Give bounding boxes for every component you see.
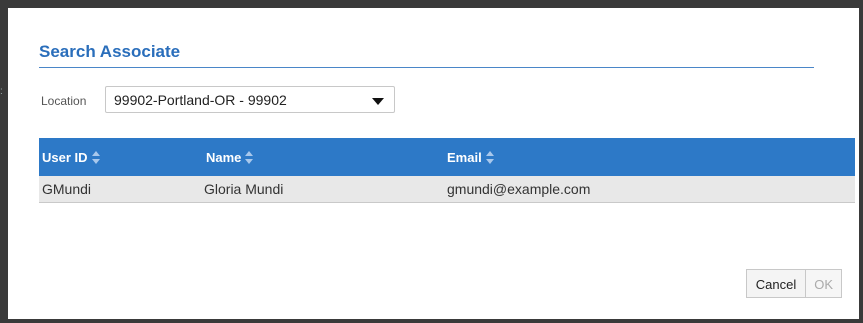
chevron-down-icon bbox=[372, 98, 384, 105]
dialog-title: Search Associate bbox=[39, 42, 181, 61]
sort-icon bbox=[91, 151, 100, 164]
cancel-button[interactable]: Cancel bbox=[745, 269, 807, 298]
location-selected-value: 99902-Portland-OR - 99902 bbox=[114, 92, 287, 108]
sort-icon bbox=[245, 151, 254, 164]
cell-email: gmundi@example.com bbox=[447, 181, 591, 197]
table-row[interactable]: GMundi Gloria Mundi gmundi@example.com bbox=[39, 176, 855, 203]
search-associate-dialog: Search Associate Location 99902-Portland… bbox=[8, 8, 859, 319]
column-header-name[interactable]: Name bbox=[206, 150, 254, 165]
cell-user-id: GMundi bbox=[42, 181, 92, 197]
column-header-email[interactable]: Email bbox=[447, 150, 494, 165]
grid-header: User ID Name Email bbox=[39, 138, 855, 176]
title-divider bbox=[39, 67, 814, 68]
ok-button[interactable]: OK bbox=[805, 269, 842, 298]
sort-icon bbox=[485, 151, 494, 164]
location-label: Location bbox=[41, 94, 87, 108]
location-select[interactable]: 99902-Portland-OR - 99902 bbox=[105, 86, 395, 113]
dialog-buttons: Cancel OK bbox=[745, 269, 842, 298]
column-header-user-id[interactable]: User ID bbox=[42, 150, 100, 165]
background-edge: : bbox=[0, 86, 3, 97]
associate-grid: User ID Name Email GMundi Gloria Mundi g… bbox=[39, 138, 855, 203]
cell-name: Gloria Mundi bbox=[204, 181, 284, 197]
